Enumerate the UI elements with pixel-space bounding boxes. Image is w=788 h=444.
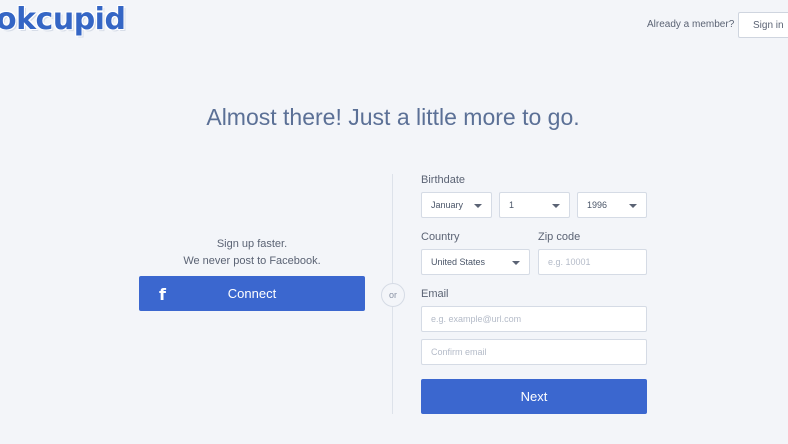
signup-page: okcupid Already a member? Sign in Almost…: [0, 0, 788, 444]
birth-month-select[interactable]: January: [421, 192, 492, 218]
confirm-email-input[interactable]: Confirm email: [421, 339, 647, 365]
birth-month-value: January: [431, 200, 464, 210]
birth-day-value: 1: [509, 200, 515, 210]
chevron-down-icon: [474, 204, 482, 208]
country-value: United States: [431, 257, 486, 267]
country-select[interactable]: United States: [421, 249, 530, 275]
email-input[interactable]: e.g. example@url.com: [421, 306, 647, 332]
facebook-promo-line1: Sign up faster.: [216, 238, 288, 250]
sign-in-button[interactable]: Sign in: [738, 12, 788, 38]
page-title: Almost there! Just a little more to go.: [206, 104, 580, 130]
zip-code-input[interactable]: e.g. 10001: [538, 249, 647, 275]
birth-year-select[interactable]: 1996: [577, 192, 647, 218]
or-separator: or: [381, 283, 405, 307]
next-button[interactable]: Next: [421, 379, 647, 414]
facebook-promo-line2: We never post to Facebook.: [183, 255, 321, 267]
okcupid-logo[interactable]: okcupid: [0, 2, 126, 37]
birth-day-select[interactable]: 1: [499, 192, 570, 218]
chevron-down-icon: [629, 204, 637, 208]
birthdate-label: Birthdate: [421, 174, 466, 186]
birth-year-value: 1996: [587, 200, 608, 210]
facebook-connect-label: Connect: [227, 286, 277, 301]
chevron-down-icon: [552, 204, 560, 208]
email-label: Email: [421, 288, 449, 300]
already-member-text: Already a member?: [647, 19, 735, 30]
facebook-connect-button[interactable]: f Connect: [139, 276, 365, 311]
country-label: Country: [421, 231, 460, 243]
facebook-promo: Sign up faster. We never post to Faceboo…: [139, 236, 365, 270]
chevron-down-icon: [512, 261, 520, 265]
zip-code-label: Zip code: [538, 231, 581, 243]
